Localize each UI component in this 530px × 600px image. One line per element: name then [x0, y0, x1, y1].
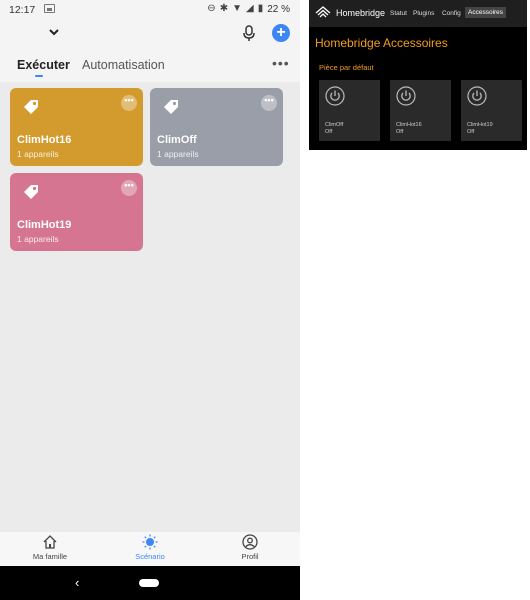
scene-card[interactable]: ••• ClimHot16 1 appareils: [10, 88, 143, 166]
home-pill-button[interactable]: [139, 579, 159, 587]
scene-device-count: 1 appareils: [157, 149, 199, 159]
active-tab-indicator: [35, 75, 43, 77]
nav-home[interactable]: Ma famille: [10, 534, 90, 561]
accessory-name: ClimHot16: [396, 122, 422, 128]
scene-device-count: 1 appareils: [17, 234, 59, 244]
power-icon: [467, 86, 487, 106]
card-menu-button[interactable]: •••: [261, 95, 277, 111]
battery-level: 22 %: [267, 3, 290, 15]
accessory-name: ClimOff: [325, 122, 344, 128]
tab-execute[interactable]: Exécuter: [17, 58, 70, 72]
scene-name: ClimHot16: [17, 134, 72, 146]
nav-accessoires[interactable]: Accessoires: [465, 7, 507, 18]
tag-icon: [24, 100, 38, 114]
accessory-name: ClimHot19: [467, 122, 493, 128]
status-bar: 12:17 ⊖ ✱ ▼ ◢ ▮ 22 %: [0, 0, 300, 20]
tag-icon: [164, 100, 178, 114]
scene-card[interactable]: ••• ClimHot19 1 appareils: [10, 173, 143, 251]
accessory-state: Off: [325, 129, 333, 135]
battery-icon: ▮: [257, 3, 264, 14]
tab-bar: Exécuter Automatisation •••: [0, 52, 300, 82]
nav-profile-label: Profil: [241, 552, 259, 561]
profile-icon: [242, 534, 258, 550]
nav-scenario[interactable]: Scénario: [110, 534, 190, 561]
accessory-tile[interactable]: ClimOff Off: [319, 80, 380, 141]
tab-automation[interactable]: Automatisation: [82, 58, 165, 72]
card-menu-button[interactable]: •••: [121, 95, 137, 111]
home-icon: [43, 535, 57, 549]
microphone-icon[interactable]: [241, 24, 257, 42]
power-icon: [396, 86, 416, 106]
nav-scenario-label: Scénario: [135, 552, 165, 561]
homebridge-title[interactable]: Homebridge: [336, 8, 385, 18]
android-nav-bar: ‹: [0, 566, 300, 600]
tag-icon: [24, 185, 38, 199]
scene-card[interactable]: ••• ClimOff 1 appareils: [150, 88, 283, 166]
sun-icon: [142, 534, 158, 550]
card-menu-button[interactable]: •••: [121, 180, 137, 196]
chevron-down-icon[interactable]: [47, 25, 61, 39]
nav-home-label: Ma famille: [32, 552, 68, 561]
more-options-button[interactable]: •••: [272, 55, 290, 71]
scene-name: ClimHot19: [17, 219, 72, 231]
room-title: Pièce par défaut: [319, 63, 374, 72]
status-time: 12:17: [9, 4, 36, 16]
gallery-icon: [44, 4, 55, 13]
accessory-tile[interactable]: ClimHot19 Off: [461, 80, 522, 141]
add-button[interactable]: +: [272, 24, 290, 42]
accessory-state: Off: [467, 129, 475, 135]
power-icon: [325, 86, 345, 106]
top-bar: +: [0, 20, 300, 48]
nav-config[interactable]: Config: [442, 10, 461, 17]
phone-app: 12:17 ⊖ ✱ ▼ ◢ ▮ 22 % + Exécuter Automati…: [0, 0, 300, 600]
scene-name: ClimOff: [157, 134, 197, 146]
scene-device-count: 1 appareils: [17, 149, 59, 159]
nav-plugins[interactable]: Plugins: [413, 10, 434, 17]
bluetooth-icon: ✱: [219, 3, 229, 14]
homebridge-logo-icon: [315, 6, 331, 18]
bottom-nav: Ma famille Scénario Profil: [0, 532, 300, 566]
nav-statut[interactable]: Statut: [390, 10, 407, 17]
scene-list: ••• ClimHot16 1 appareils ••• ClimOff 1 …: [0, 82, 300, 532]
signal-icon: ◢: [245, 3, 254, 14]
nav-profile[interactable]: Profil: [210, 534, 290, 561]
wifi-icon: ▼: [232, 3, 242, 14]
homebridge-navbar: Homebridge Statut Plugins Config Accesso…: [309, 0, 527, 27]
accessory-state: Off: [396, 129, 404, 135]
status-icons: ⊖ ✱ ▼ ◢ ▮ 22 %: [207, 3, 290, 15]
homebridge-panel: Homebridge Statut Plugins Config Accesso…: [309, 0, 527, 150]
back-icon[interactable]: ‹: [75, 575, 79, 590]
accessory-tile[interactable]: ClimHot16 Off: [390, 80, 451, 141]
cast-icon: ⊖: [207, 3, 216, 14]
page-title: Homebridge Accessoires: [315, 36, 448, 50]
